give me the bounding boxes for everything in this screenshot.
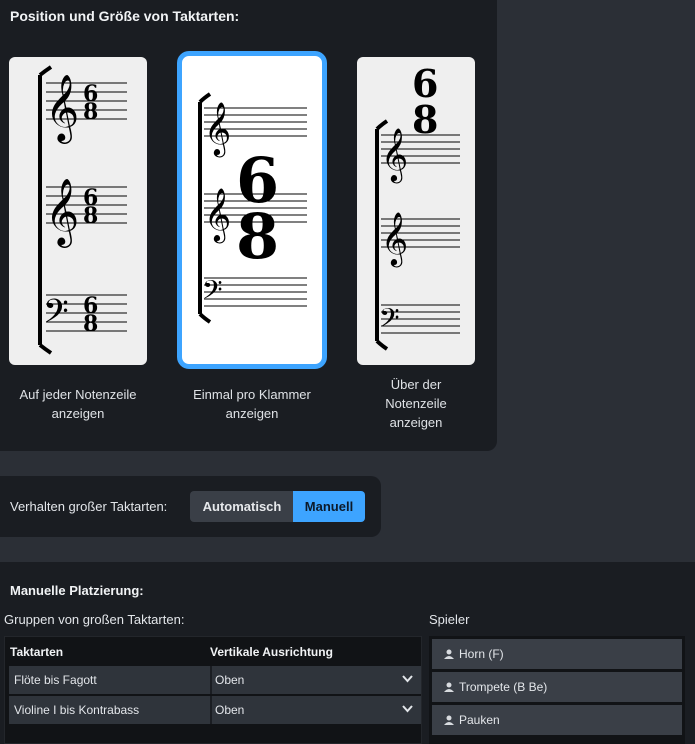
list-item[interactable]: Trompete (B Be)	[432, 672, 682, 702]
row-group: Violine I bis Kontrabass	[14, 703, 140, 717]
ts-den: 8	[83, 203, 98, 229]
option-once-per-bracket-label: Einmal pro Klammer anzeigen	[193, 387, 311, 421]
svg-text:𝄢: 𝄢	[202, 274, 223, 312]
every-staff-preview: 𝄞 𝄞 𝄢 6 8 6 8 6 8	[38, 65, 127, 355]
person-icon	[444, 682, 454, 692]
chevron-down-icon[interactable]	[402, 705, 413, 713]
manual-placement-panel: Manuelle Platzierung: Gruppen von großen…	[0, 562, 695, 744]
column-header-groups: Taktarten	[10, 645, 64, 659]
option-every-staff-label: Auf jeder Notenzeile anzeigen	[19, 387, 137, 421]
behavior-panel: Verhalten großer Taktarten: Automatisch …	[0, 476, 381, 537]
behavior-manual-button[interactable]: Manuell	[293, 491, 365, 522]
ts-den-above: 8	[412, 97, 438, 142]
svg-text:𝄞: 𝄞	[45, 73, 79, 144]
manual-placement-title: Manuelle Platzierung:	[10, 583, 144, 598]
above-staff-preview: 𝄞 𝄞 𝄢 6 8	[375, 61, 460, 351]
list-item[interactable]: Pauken	[432, 705, 682, 735]
person-icon	[444, 649, 454, 659]
svg-text:𝄞: 𝄞	[45, 177, 79, 248]
chevron-down-icon[interactable]	[402, 675, 413, 683]
position-size-panel: Position und Größe von Taktarten: 𝄞 𝄞 𝄢 …	[0, 0, 497, 451]
ts-den: 8	[83, 99, 98, 125]
svg-text:𝄞: 𝄞	[204, 187, 231, 243]
player-name: Trompete (B Be)	[459, 680, 548, 694]
ts-den: 8	[83, 311, 98, 337]
svg-text:𝄢: 𝄢	[43, 293, 69, 339]
svg-text:𝄢: 𝄢	[379, 302, 400, 340]
alignment-select[interactable]: Oben	[215, 703, 244, 717]
svg-text:𝄞: 𝄞	[381, 211, 408, 267]
column-header-alignment: Vertikale Ausrichtung	[210, 645, 333, 659]
section-title-position: Position und Größe von Taktarten:	[10, 8, 240, 24]
table-row[interactable]: Violine I bis Kontrabass Oben	[9, 696, 421, 724]
behavior-label: Verhalten großer Taktarten:	[10, 499, 168, 514]
player-name: Pauken	[459, 713, 500, 727]
players-list: Horn (F) Trompete (B Be) Pauken	[429, 636, 685, 744]
groups-table: Taktarten Vertikale Ausrichtung Flöte bi…	[4, 636, 422, 744]
once-per-bracket-preview: 𝄞 𝄞 𝄢 6 8	[198, 92, 307, 324]
svg-text:𝄞: 𝄞	[204, 101, 231, 157]
behavior-automatic-button[interactable]: Automatisch	[190, 491, 294, 522]
table-row[interactable]: Flöte bis Fagott Oben	[9, 666, 421, 694]
option-above-staff[interactable]: 𝄞 𝄞 𝄢 6 8	[357, 57, 475, 365]
alignment-select[interactable]: Oben	[215, 673, 244, 687]
groups-label: Gruppen von großen Taktarten:	[4, 612, 185, 627]
ts-den-large: 8	[236, 200, 279, 273]
players-label: Spieler	[429, 612, 470, 627]
svg-text:𝄞: 𝄞	[381, 127, 408, 183]
option-above-staff-label: Über der Notenzeile anzeigen	[385, 377, 447, 430]
list-item[interactable]: Horn (F)	[432, 639, 682, 669]
player-name: Horn (F)	[459, 647, 504, 661]
person-icon	[444, 715, 454, 725]
option-every-staff[interactable]: 𝄞 𝄞 𝄢 6 8 6 8 6 8	[9, 57, 147, 365]
option-once-per-bracket[interactable]: 𝄞 𝄞 𝄢 6 8	[177, 51, 327, 369]
row-group: Flöte bis Fagott	[14, 673, 97, 687]
